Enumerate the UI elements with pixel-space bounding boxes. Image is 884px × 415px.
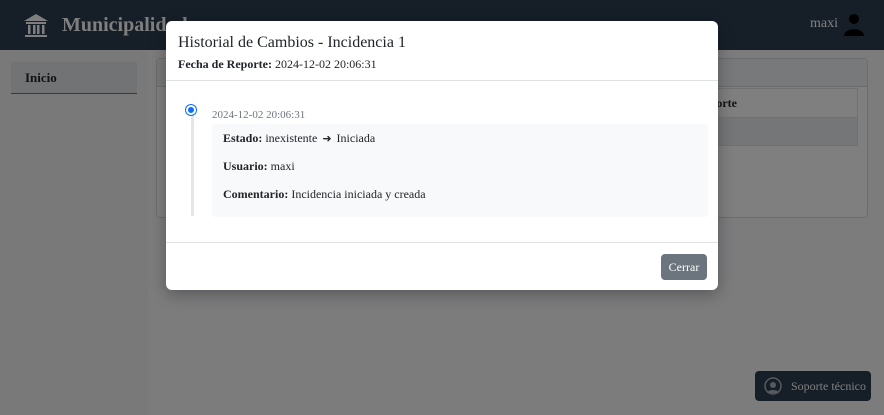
comentario-value: Incidencia iniciada y creada [291, 187, 426, 201]
usuario-value: maxi [270, 159, 295, 173]
timeline-entry: Estado: inexistente ➜ Iniciada Usuario: … [212, 124, 708, 217]
estado-label: Estado: [223, 131, 263, 145]
usuario-label: Usuario: [223, 159, 268, 173]
report-date: Fecha de Reporte: 2024-12-02 20:06:31 [178, 57, 706, 72]
estado-line: Estado: inexistente ➜ Iniciada [223, 132, 697, 160]
comentario-label: Comentario: [223, 187, 289, 201]
close-button[interactable]: Cerrar [661, 254, 707, 280]
usuario-line: Usuario: maxi [223, 160, 697, 188]
estado-from: inexistente [265, 131, 318, 145]
modal-footer: Cerrar [166, 242, 718, 290]
timeline-date: 2024-12-02 20:06:31 [212, 109, 306, 121]
modal-title: Historial de Cambios - Incidencia 1 [178, 34, 406, 51]
report-date-label: Fecha de Reporte: [178, 57, 272, 71]
comentario-line: Comentario: Incidencia iniciada y creada [223, 188, 697, 216]
estado-to: Iniciada [336, 131, 376, 145]
arrow-right-icon: ➜ [322, 132, 332, 145]
timeline-dot-icon [186, 105, 196, 115]
modal-header: Historial de Cambios - Incidencia 1 Fech… [166, 21, 718, 81]
timeline-line [191, 108, 194, 216]
modal-body: 2024-12-02 20:06:31 Estado: inexistente … [166, 81, 718, 242]
report-date-value: 2024-12-02 20:06:31 [274, 57, 377, 71]
history-modal: Historial de Cambios - Incidencia 1 Fech… [166, 21, 718, 290]
